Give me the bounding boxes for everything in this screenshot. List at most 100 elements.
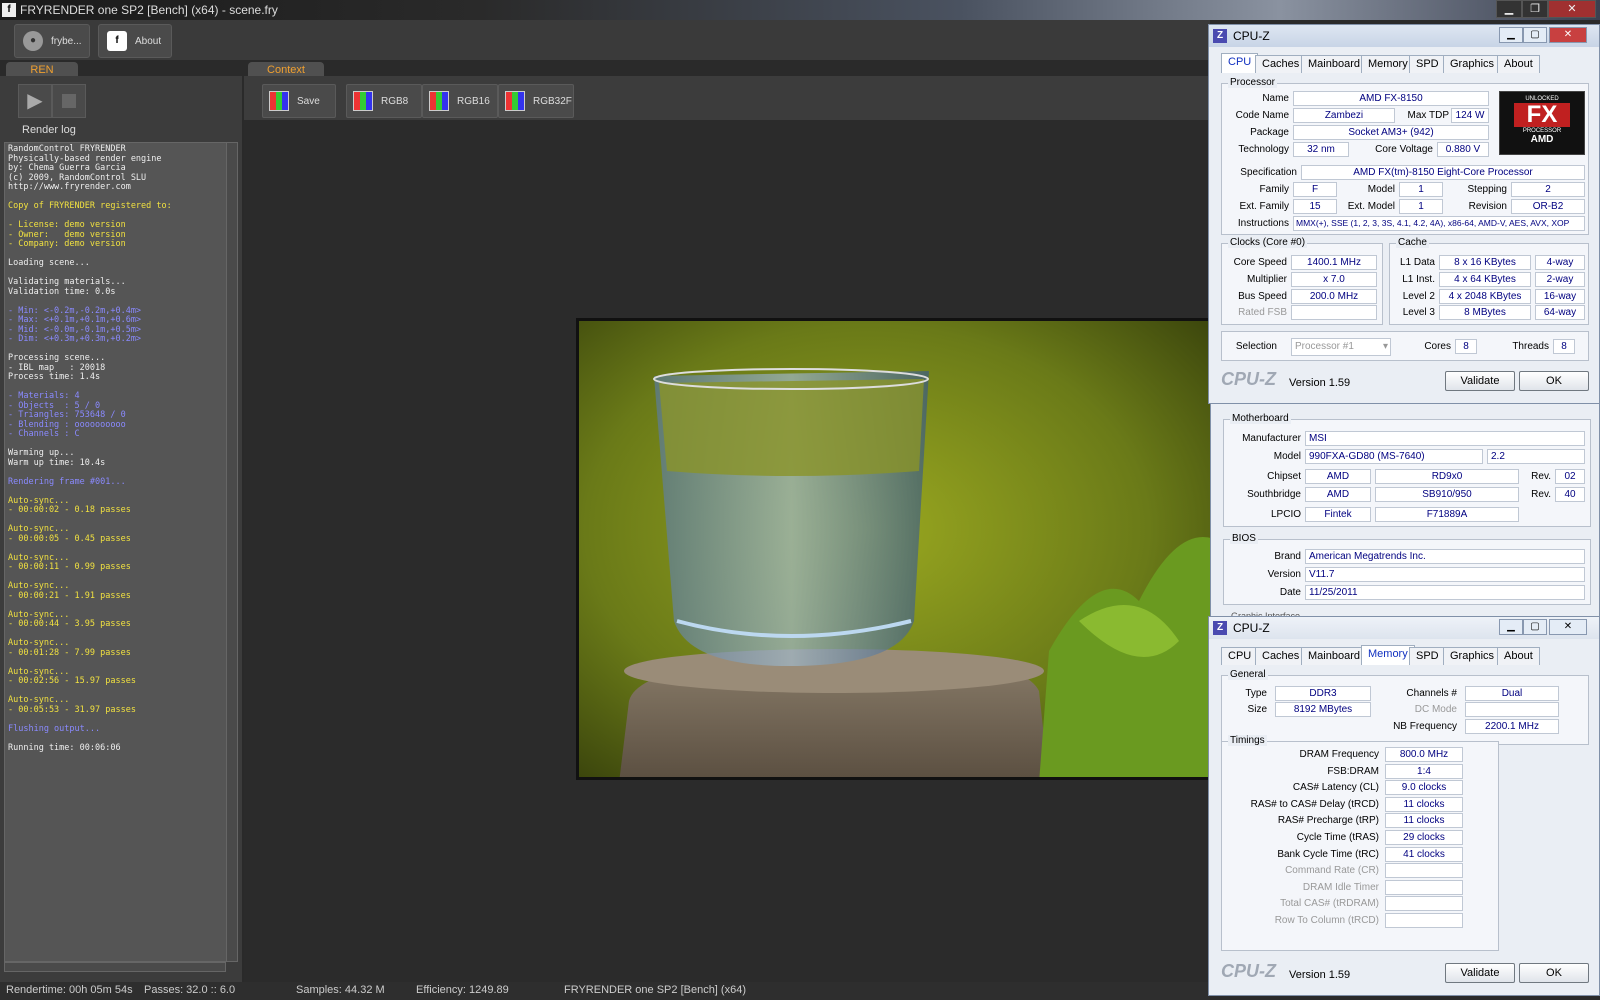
cpuz-tab-memory[interactable]: Memory [1361, 55, 1415, 73]
l2-way: 16-way [1535, 289, 1585, 304]
cores-value: 8 [1455, 339, 1477, 354]
cpuz-memory-tab-caches[interactable]: Caches [1255, 647, 1307, 665]
rgb-icon [353, 91, 373, 111]
maximize-button[interactable]: ❐ [1522, 0, 1548, 18]
cpuz-tab-spd[interactable]: SPD [1409, 55, 1446, 73]
cpuz-memory-maximize-button[interactable]: ▢ [1523, 619, 1547, 635]
cpuz-memory-title-bar: Z CPU-Z ▁ ▢ ✕ [1209, 617, 1599, 639]
threads-label: Threads [1512, 341, 1549, 352]
rgb32f-button[interactable]: RGB32F [498, 84, 574, 118]
cpuz-maximize-button[interactable]: ▢ [1523, 27, 1547, 43]
bios-date-value: 11/25/2011 [1305, 585, 1585, 600]
log-line: - 00:00:05 - 0.45 passes [8, 533, 131, 544]
instructions-label: Instructions [1237, 218, 1289, 229]
fryrender-f-icon: f [107, 31, 127, 51]
cpuz-memory-title: CPU-Z [1233, 621, 1270, 635]
rendered-image [576, 318, 1216, 780]
chipset-label: Chipset [1267, 471, 1301, 482]
motherboard-group-title: Motherboard [1230, 413, 1291, 424]
log-line: - 00:02:56 - 15.97 passes [8, 676, 136, 686]
memory-validate-button[interactable]: Validate [1445, 963, 1515, 983]
rgb-icon [505, 91, 525, 111]
close-button[interactable]: ✕ [1548, 0, 1596, 18]
timing-label: Total CAS# (tRDRAM) [1280, 898, 1379, 910]
lpcio-model: F71889A [1375, 507, 1519, 522]
render-log[interactable]: RandomControl FRYRENDER Physically-based … [4, 142, 238, 962]
lpcio-label: LPCIO [1270, 509, 1301, 520]
log-hscrollbar[interactable] [4, 962, 226, 972]
badge-fx: FX [1514, 103, 1570, 127]
stop-button[interactable] [52, 84, 86, 118]
l1-inst-value: 4 x 64 KBytes [1439, 272, 1531, 287]
cpuz-tab-cpu[interactable]: CPU [1221, 53, 1259, 73]
ok-button[interactable]: OK [1519, 371, 1589, 391]
cpuz-icon: Z [1213, 621, 1227, 635]
processor-select[interactable]: Processor #1 ▾ [1291, 338, 1391, 356]
validate-button[interactable]: Validate [1445, 371, 1515, 391]
core-voltage-label: Core Voltage [1375, 144, 1433, 155]
timing-value [1385, 896, 1463, 912]
southbridge-rev-label: Rev. [1531, 489, 1551, 500]
timing-value: 29 clocks [1385, 830, 1463, 845]
cpuz-memory-tab-mainboard[interactable]: Mainboard [1301, 647, 1367, 665]
rated-fsb-label: Rated FSB [1238, 307, 1287, 318]
package-label: Package [1250, 127, 1289, 138]
chipset-rev-label: Rev. [1531, 471, 1551, 482]
manufacturer-label: Manufacturer [1242, 433, 1301, 444]
cpuz-memory-tab-about[interactable]: About [1497, 647, 1540, 665]
cpuz-memory-close-button[interactable]: ✕ [1549, 619, 1587, 635]
bus-speed-label: Bus Speed [1238, 291, 1287, 302]
cpuz-memory-window: Z CPU-Z ▁ ▢ ✕ CPU Caches Mainboard Memory SP… [1208, 616, 1600, 996]
log-line: - Company: demo version [8, 239, 126, 249]
about-button[interactable]: f About [98, 24, 172, 58]
frybench-button[interactable]: ● frybe... [14, 24, 90, 58]
cpuz-memory-tab-cpu[interactable]: CPU [1221, 647, 1259, 665]
cpuz-memory-tab-memory[interactable]: Memory [1361, 645, 1415, 665]
play-button[interactable]: ▶ [18, 84, 52, 118]
cpuz-tab-caches[interactable]: Caches [1255, 55, 1307, 73]
lpcio-vendor: Fintek [1305, 507, 1371, 522]
cpuz-memory-minimize-button[interactable]: ▁ [1499, 619, 1523, 635]
timing-label: CAS# Latency (CL) [1292, 782, 1379, 794]
cpuz-tab-mainboard[interactable]: Mainboard [1301, 55, 1367, 73]
timing-label: Command Rate (CR) [1285, 865, 1379, 877]
cpuz-memory-version: Version 1.59 [1289, 969, 1351, 981]
l3-label: Level 3 [1402, 307, 1435, 318]
mb-model-rev: 2.2 [1487, 449, 1585, 464]
memory-ok-button[interactable]: OK [1519, 963, 1589, 983]
timing-value [1385, 863, 1463, 879]
l1-inst-label: L1 Inst. [1402, 274, 1435, 285]
log-line: - 00:01:28 - 7.99 passes [8, 647, 131, 658]
rgb16-button[interactable]: RGB16 [422, 84, 498, 118]
log-vscrollbar[interactable] [226, 142, 238, 962]
cpuz-close-button[interactable]: ✕ [1549, 27, 1587, 43]
render-log-label: Render log [22, 124, 76, 136]
cpuz-memory-tab-spd[interactable]: SPD [1409, 647, 1446, 665]
bios-date-label: Date [1279, 587, 1301, 598]
core-speed-label: Core Speed [1233, 257, 1287, 268]
timing-label: FSB:DRAM [1327, 765, 1379, 777]
minimize-button[interactable]: ▁ [1496, 0, 1522, 18]
cpuz-minimize-button[interactable]: ▁ [1499, 27, 1523, 43]
cpuz-tab-graphics[interactable]: Graphics [1443, 55, 1502, 73]
bios-version-label: Version [1267, 569, 1301, 580]
save-icon [269, 91, 289, 111]
log-line: - 00:00:11 - 0.99 passes [8, 562, 131, 572]
revision-value: OR-B2 [1511, 199, 1585, 214]
channels-value: Dual [1465, 686, 1559, 701]
ext-family-value: 15 [1293, 199, 1337, 214]
southbridge-label: Southbridge [1247, 489, 1301, 500]
status-samples: Samples: 44.32 M [296, 984, 385, 996]
log-line: - Channels : C [8, 429, 80, 439]
multiplier-label: Multiplier [1246, 274, 1287, 285]
cpuz-memory-tab-graphics[interactable]: Graphics [1443, 647, 1502, 665]
technology-label: Technology [1238, 144, 1289, 155]
cpuz-tab-about[interactable]: About [1497, 55, 1540, 73]
save-button[interactable]: Save [262, 84, 336, 118]
core-voltage-value: 0.880 V [1437, 142, 1489, 157]
chipset-vendor: AMD [1305, 469, 1371, 484]
rgb8-button[interactable]: RGB8 [346, 84, 422, 118]
log-line: - 00:05:53 - 31.97 passes [8, 704, 136, 715]
codename-value: Zambezi [1293, 108, 1395, 123]
l3-way: 64-way [1535, 305, 1585, 320]
